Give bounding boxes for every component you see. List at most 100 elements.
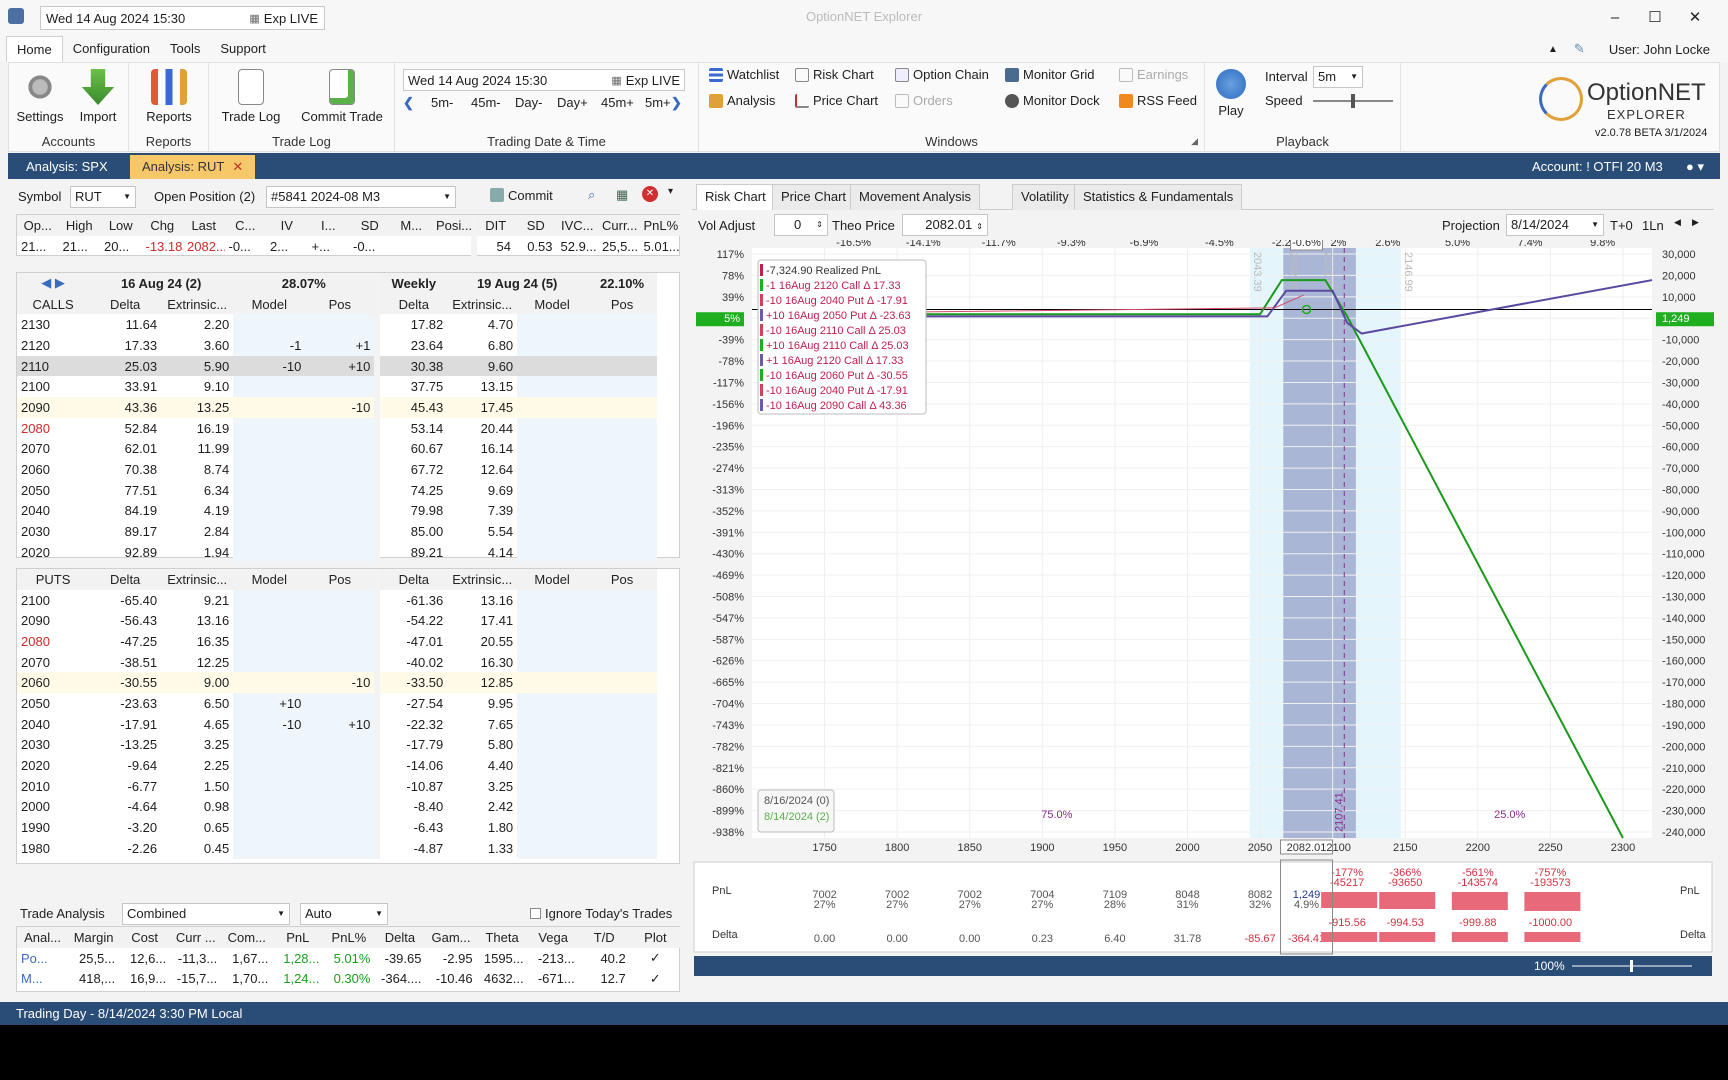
zoom-thumb[interactable] [1630, 960, 1633, 972]
speed-slider[interactable] [1313, 94, 1393, 108]
value-cell[interactable] [305, 837, 378, 859]
calendar-icon[interactable]: ▦ [245, 12, 263, 25]
position-select[interactable]: #5841 2024-08 M3 ▼ [266, 186, 456, 208]
play-button[interactable]: Play [1211, 69, 1251, 118]
value-cell[interactable] [305, 521, 378, 542]
tab-analysis-spx[interactable]: Analysis: SPX [14, 155, 120, 179]
close-button[interactable]: ✕ [1680, 6, 1710, 30]
tradelog-button[interactable]: Trade Log [217, 69, 285, 124]
maximize-button[interactable]: ☐ [1640, 6, 1670, 30]
value-cell[interactable] [233, 672, 306, 694]
value-cell[interactable] [305, 314, 378, 336]
value-cell[interactable] [233, 541, 306, 563]
value-cell[interactable]: +1 [305, 335, 378, 356]
interval-select[interactable]: 5m ▼ [1313, 66, 1363, 88]
value-cell[interactable] [233, 589, 306, 611]
strike-row[interactable]: 2100 -65.40 9.21 -61.36 13.16 [17, 589, 657, 611]
value-cell[interactable] [233, 817, 306, 838]
trade-cell[interactable]: ✓ [630, 968, 681, 989]
risk-chart-button[interactable]: Risk Chart [795, 67, 874, 82]
tab-volatility[interactable]: Volatility [1012, 184, 1078, 210]
value-cell[interactable] [305, 631, 378, 652]
strike-row[interactable]: 2070 -38.51 12.25 -40.02 16.30 [17, 651, 657, 673]
value-cell[interactable] [233, 775, 306, 797]
trade-auto-select[interactable]: Auto ▼ [300, 903, 388, 925]
value-cell[interactable] [305, 479, 378, 501]
trade-mode-select[interactable]: Combined ▼ [122, 903, 290, 925]
value-cell[interactable] [233, 438, 306, 460]
value-cell[interactable] [233, 500, 306, 522]
value-cell[interactable]: +10 [305, 713, 378, 735]
spinner-icon[interactable]: ⇕ [816, 215, 823, 235]
strike-row[interactable]: 2090 -56.43 13.16 -54.22 17.41 [17, 610, 657, 632]
value-cell[interactable] [305, 417, 378, 439]
trading-datetime-picker[interactable]: Wed 14 Aug 2024 15:30 ▦ Exp LIVE [403, 69, 685, 91]
step-forward-icon[interactable]: ❯ [671, 95, 682, 111]
value-cell[interactable] [233, 796, 306, 818]
arrow-right-icon[interactable]: ▶ [1692, 217, 1699, 228]
strike-row[interactable]: 2070 62.01 11.99 60.67 16.14 [17, 438, 657, 460]
value-cell[interactable] [233, 651, 306, 673]
symbol-select[interactable]: RUT ▼ [70, 186, 136, 208]
value-cell[interactable] [233, 734, 306, 756]
monitor-grid-button[interactable]: Monitor Grid [1005, 67, 1095, 82]
value-cell[interactable] [233, 459, 306, 480]
value-cell[interactable] [233, 610, 306, 632]
tab-movement-analysis[interactable]: Movement Analysis [850, 184, 980, 210]
step-5m-fwd[interactable]: 5m+ [645, 95, 671, 110]
ignore-trades-checkbox[interactable]: Ignore Today's Trades [530, 906, 672, 921]
pin-icon[interactable]: ✎ [1574, 41, 1585, 57]
nav-arrows[interactable]: ◀ ▶ [17, 273, 90, 294]
strike-row[interactable]: 2040 84.19 4.19 79.98 7.39 [17, 500, 657, 522]
analysis-button[interactable]: Analysis [709, 93, 775, 108]
strike-row[interactable]: 2060 70.38 8.74 67.72 12.64 [17, 459, 657, 480]
value-cell[interactable] [233, 837, 306, 859]
value-cell[interactable]: -10 [305, 672, 378, 694]
strike-row[interactable]: 2110 25.03 5.90 -10 +10 30.38 9.60 [17, 355, 657, 377]
rss-feed-button[interactable]: RSS Feed [1119, 93, 1197, 108]
spinner-icon[interactable]: ⇕ [976, 222, 983, 231]
strike-row[interactable]: 2030 -13.25 3.25 -17.79 5.80 [17, 734, 657, 756]
monitor-dock-button[interactable]: Monitor Dock [1005, 93, 1100, 108]
dialog-launcher-icon[interactable]: ◢ [1191, 136, 1198, 147]
value-cell[interactable] [305, 817, 378, 838]
value-cell[interactable]: -10 [305, 397, 378, 418]
close-tab-icon[interactable]: ✕ [232, 159, 243, 174]
minimize-button[interactable]: – [1600, 6, 1630, 30]
reports-button[interactable]: Reports [139, 69, 199, 124]
tab-analysis-rut[interactable]: Analysis: RUT ✕ [130, 155, 256, 179]
collapse-ribbon-icon[interactable]: ▲ [1548, 44, 1558, 55]
value-cell[interactable] [305, 755, 378, 776]
price-chart-button[interactable]: Price Chart [795, 93, 878, 108]
strike-row[interactable]: 2080 -47.25 16.35 -47.01 20.55 [17, 631, 657, 652]
trade-cell[interactable]: ✓ [630, 948, 681, 969]
value-cell[interactable] [233, 397, 306, 418]
option-chain-button[interactable]: Option Chain [895, 67, 989, 82]
more-icon[interactable]: ▾ [668, 186, 673, 197]
value-cell[interactable] [305, 438, 378, 460]
settings-button[interactable]: Settings [15, 69, 65, 124]
strike-row[interactable]: 2030 89.17 2.84 85.00 5.54 [17, 521, 657, 542]
strike-row[interactable]: 2100 33.91 9.10 37.75 13.15 [17, 376, 657, 398]
strike-row[interactable]: 2060 -30.55 9.00 -10 -33.50 12.85 [17, 672, 657, 694]
value-cell[interactable]: -10 [233, 713, 306, 735]
earnings-button[interactable]: Earnings [1119, 67, 1188, 82]
commit-trade-button[interactable]: Commit Trade [295, 69, 389, 124]
value-cell[interactable]: +10 [305, 355, 378, 377]
search-icon[interactable]: ⌕ [588, 187, 595, 203]
close-position-icon[interactable]: ✕ [642, 186, 658, 202]
value-cell[interactable]: -1 [233, 335, 306, 356]
value-cell[interactable] [305, 376, 378, 398]
strike-row[interactable]: 2130 11.64 2.20 17.82 4.70 [17, 314, 657, 336]
vol-adjust-input[interactable]: 0 ⇕ [774, 214, 828, 236]
speed-thumb[interactable] [1351, 94, 1355, 108]
value-cell[interactable] [305, 734, 378, 756]
strike-row[interactable]: 2020 -9.64 2.25 -14.06 4.40 [17, 755, 657, 776]
menu-home[interactable]: Home [6, 36, 63, 62]
step-45m-back[interactable]: 45m- [471, 95, 501, 110]
menu-support[interactable]: Support [210, 36, 276, 62]
value-cell[interactable] [305, 796, 378, 818]
value-cell[interactable] [233, 755, 306, 776]
tab-price-chart[interactable]: Price Chart [772, 184, 856, 210]
orders-button[interactable]: Orders [895, 93, 953, 108]
